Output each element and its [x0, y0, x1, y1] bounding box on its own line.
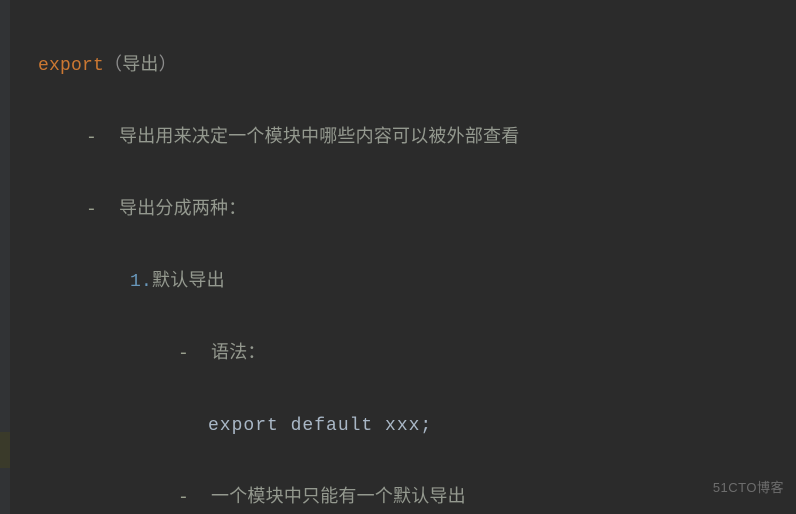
numbered-line: 1.默认导出: [38, 264, 698, 300]
document-content: export（导出） - 导出用来决定一个模块中哪些内容可以被外部查看 - 导出…: [38, 12, 698, 514]
sub-bullet-line: - 一个模块中只能有一个默认导出: [38, 480, 698, 514]
sub-bullet-line: - 语法：: [38, 336, 698, 372]
gutter-caret-indicator: [0, 432, 10, 468]
export-heading: export（导出）: [38, 48, 698, 84]
code-line: export default xxx;: [38, 408, 698, 444]
bullet-line: - 导出用来决定一个模块中哪些内容可以被外部查看: [38, 120, 698, 156]
bullet-line: - 导出分成两种：: [38, 192, 698, 228]
watermark-text: 51CTO博客: [713, 477, 784, 496]
keyword-export: export: [38, 56, 104, 76]
